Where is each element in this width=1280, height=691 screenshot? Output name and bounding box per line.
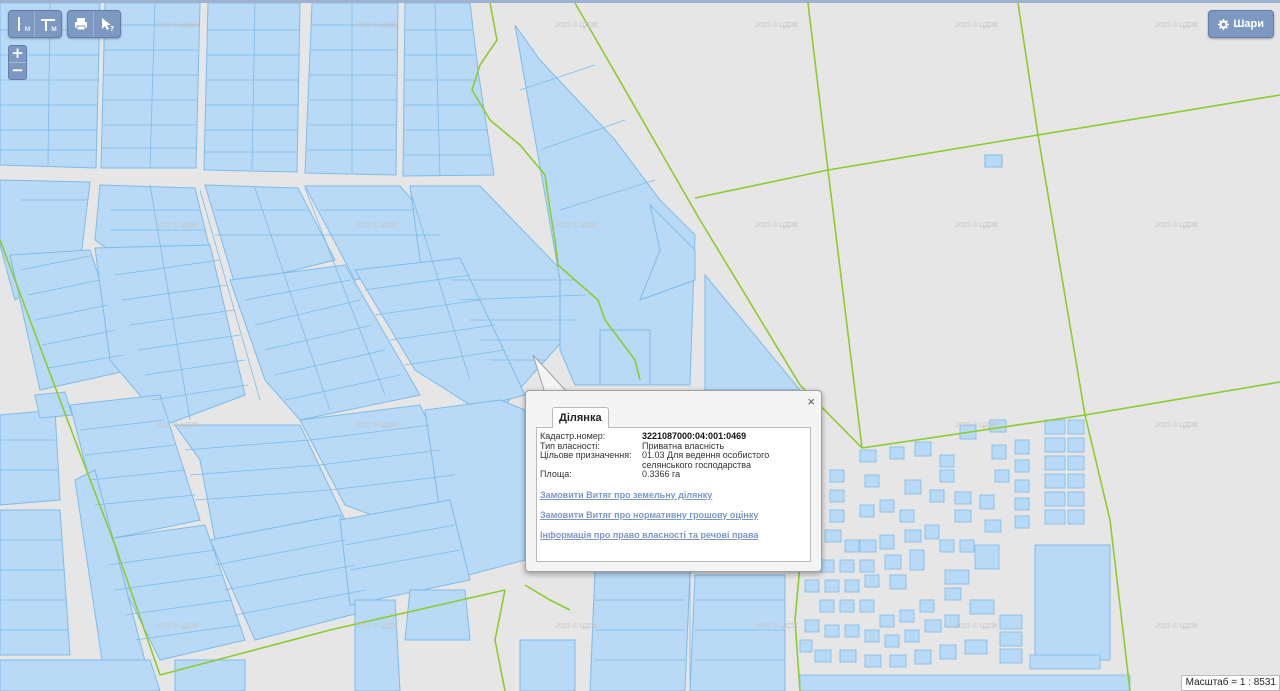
close-icon[interactable]: × xyxy=(807,394,815,409)
measure-length-button[interactable]: м xyxy=(9,11,35,37)
svg-text:2015 © ЦДЗК: 2015 © ЦДЗК xyxy=(354,21,399,29)
identify-button[interactable]: ? xyxy=(94,11,120,37)
zoom-out-button[interactable]: − xyxy=(9,62,26,79)
order-valuation-extract-link[interactable]: Замовити Витяг про нормативну грошову оц… xyxy=(540,510,810,520)
svg-text:2015 © ЦДЗК: 2015 © ЦДЗК xyxy=(954,21,999,29)
field-label: Цільове призначення: xyxy=(540,450,632,460)
tools-toolbar: ? xyxy=(67,10,121,38)
measure-area-unit: м xyxy=(51,23,57,33)
svg-text:2015 © ЦДЗК: 2015 © ЦДЗК xyxy=(154,421,199,429)
ownership-rights-info-link[interactable]: Інформація про право власності та речові… xyxy=(540,530,810,540)
svg-text:2015 © ЦДЗК: 2015 © ЦДЗК xyxy=(354,221,399,229)
svg-text:2015 © ЦДЗК: 2015 © ЦДЗК xyxy=(154,21,199,29)
measure-area-button[interactable]: м xyxy=(35,11,61,37)
svg-text:2015 © ЦДЗК: 2015 © ЦДЗК xyxy=(754,622,799,630)
map-scale: Масштаб = 1 : 8531 xyxy=(1180,675,1280,691)
zoom-control: + − xyxy=(8,45,27,80)
tab-parcel[interactable]: Ділянка xyxy=(552,407,609,428)
field-area: Площа: 0.3366 га xyxy=(537,469,810,480)
popup-links: Замовити Витяг про земельну ділянку Замо… xyxy=(537,490,810,540)
measure-length-unit: м xyxy=(24,23,31,33)
field-value: 0.3366 га xyxy=(642,469,681,479)
zoom-in-button[interactable]: + xyxy=(9,46,26,62)
order-land-extract-link[interactable]: Замовити Витяг про земельну ділянку xyxy=(540,490,810,500)
svg-text:2015 © ЦДЗК: 2015 © ЦДЗК xyxy=(1154,421,1199,429)
parcel-info-popup: × Ділянка Кадастр.номер: 3221087000:04:0… xyxy=(525,390,822,572)
svg-text:2015 © ЦДЗК: 2015 © ЦДЗК xyxy=(954,622,999,630)
field-purpose: Цільове призначення: 01.03 Для ведення о… xyxy=(537,450,810,470)
svg-text:2015 © ЦДЗК: 2015 © ЦДЗК xyxy=(354,421,399,429)
svg-text:2015 © ЦДЗК: 2015 © ЦДЗК xyxy=(554,221,599,229)
cadastral-map[interactable]: 2015 © ЦДЗК 2015 © ЦДЗК 2015 © ЦДЗК 2015… xyxy=(0,0,1280,691)
svg-text:2015 © ЦДЗК: 2015 © ЦДЗК xyxy=(1154,622,1199,630)
gear-icon xyxy=(1218,18,1230,30)
svg-text:2015 © ЦДЗК: 2015 © ЦДЗК xyxy=(1154,21,1199,29)
svg-text:2015 © ЦДЗК: 2015 © ЦДЗК xyxy=(954,421,999,429)
svg-text:2015 © ЦДЗК: 2015 © ЦДЗК xyxy=(554,21,599,29)
popup-content: Кадастр.номер: 3221087000:04:001:0469 Ти… xyxy=(536,427,811,562)
svg-text:2015 © ЦДЗК: 2015 © ЦДЗК xyxy=(554,622,599,630)
top-border xyxy=(0,0,1280,3)
svg-text:2015 © ЦДЗК: 2015 © ЦДЗК xyxy=(754,221,799,229)
printer-icon xyxy=(74,18,87,31)
layers-button[interactable]: Шари xyxy=(1208,10,1274,38)
field-value: 01.03 Для ведення особистого селянського… xyxy=(642,450,770,470)
svg-text:?: ? xyxy=(110,25,114,32)
svg-text:2015 © ЦДЗК: 2015 © ЦДЗК xyxy=(154,221,199,229)
print-button[interactable] xyxy=(68,11,94,37)
svg-text:2015 © ЦДЗК: 2015 © ЦДЗК xyxy=(354,622,399,630)
pointer-question-icon: ? xyxy=(102,18,114,32)
measure-toolbar: м м xyxy=(8,10,62,38)
svg-text:2015 © ЦДЗК: 2015 © ЦДЗК xyxy=(154,622,199,630)
svg-text:2015 © ЦДЗК: 2015 © ЦДЗК xyxy=(754,21,799,29)
svg-text:2015 © ЦДЗК: 2015 © ЦДЗК xyxy=(954,221,999,229)
field-label: Площа: xyxy=(540,469,572,479)
svg-text:2015 © ЦДЗК: 2015 © ЦДЗК xyxy=(1154,221,1199,229)
layers-button-label: Шари xyxy=(1233,18,1264,30)
